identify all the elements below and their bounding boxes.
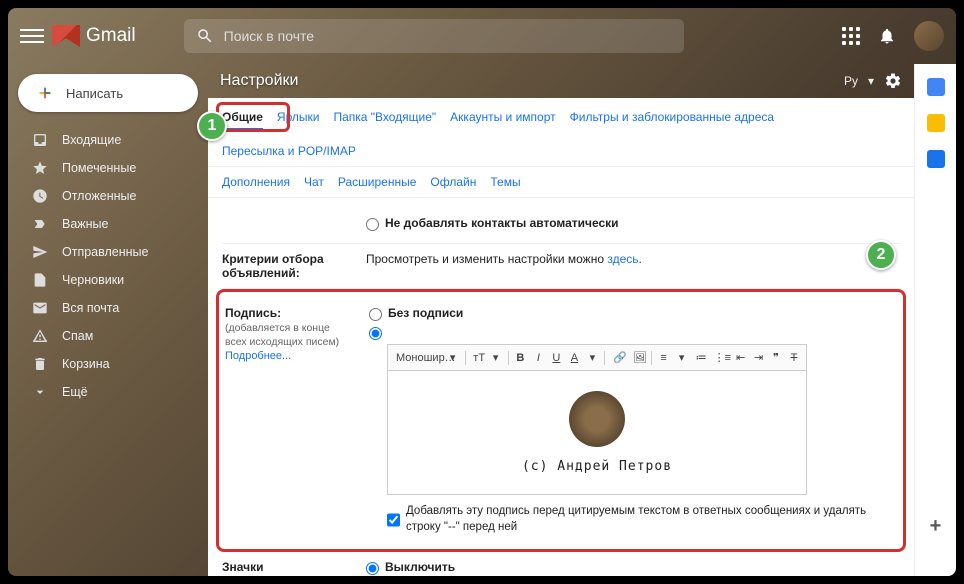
sidebar-item-starred[interactable]: Помеченные xyxy=(8,154,208,182)
compose-button[interactable]: Написать xyxy=(18,74,198,112)
sidebar-item-drafts[interactable]: Черновики xyxy=(8,266,208,294)
bold-btn[interactable]: B xyxy=(512,350,528,366)
list-ul-btn[interactable]: ⋮≡ xyxy=(710,349,730,366)
tab-accounts[interactable]: Аккаунты и импорт xyxy=(450,110,555,130)
signature-avatar-image xyxy=(569,391,625,447)
lang-indicator[interactable]: Ру xyxy=(844,74,858,88)
sidebar-item-more[interactable]: Ещё xyxy=(8,378,208,406)
tab-filters[interactable]: Фильтры и заблокированные адреса xyxy=(570,110,774,130)
italic-btn[interactable]: I xyxy=(530,350,546,366)
signature-checkbox-label: Добавлять эту подпись перед цитируемым т… xyxy=(406,503,897,535)
right-sidebar: + xyxy=(914,64,956,576)
brand-text: Gmail xyxy=(86,25,136,47)
sidebar-item-allmail[interactable]: Вся почта xyxy=(8,294,208,322)
link-btn[interactable]: 🔗 xyxy=(609,349,627,366)
signature-label: Подпись: xyxy=(225,306,281,320)
hamburger-menu-icon[interactable] xyxy=(20,24,44,48)
signature-section-highlight: Подпись: (добавляется в конце всех исход… xyxy=(216,289,906,552)
sidebar-item-spam[interactable]: Спам xyxy=(8,322,208,350)
no-signature-label: Без подписи xyxy=(388,306,463,320)
signature-sublabel: (добавляется в конце всех исходящих писе… xyxy=(225,322,339,348)
settings-tabs-row2: Дополнения Чат Расширенные Офлайн Темы xyxy=(208,167,914,198)
signature-text: (с) Андрей Петров xyxy=(398,459,796,474)
tab-general[interactable]: Общие xyxy=(222,110,263,130)
annotation-badge-2: 2 xyxy=(866,240,896,270)
signature-more-link[interactable]: Подробнее... xyxy=(225,350,291,362)
tab-chat[interactable]: Чат xyxy=(304,175,324,189)
tab-offline[interactable]: Офлайн xyxy=(430,175,476,189)
signature-editor: Моношир…▾ ᴛT▾ B I U A▾ 🔗 🖼 ≡▾ xyxy=(387,344,807,495)
search-icon xyxy=(196,27,214,45)
sidebar-item-inbox[interactable]: Входящие xyxy=(8,126,208,154)
tab-addons[interactable]: Дополнения xyxy=(222,175,290,189)
font-size-btn[interactable]: ᴛT xyxy=(469,350,485,366)
signature-content[interactable]: (с) Андрей Петров xyxy=(388,371,806,494)
list-ol-btn[interactable]: ≔ xyxy=(692,349,708,366)
plus-icon xyxy=(36,84,54,102)
search-box[interactable] xyxy=(184,19,684,53)
no-auto-contacts-label: Не добавлять контакты автоматически xyxy=(385,216,619,230)
radio-no-signature[interactable] xyxy=(369,308,382,321)
sidebar-item-trash[interactable]: Корзина xyxy=(8,350,208,378)
image-btn[interactable]: 🖼 xyxy=(629,349,647,366)
user-avatar[interactable] xyxy=(914,21,944,51)
calendar-icon[interactable] xyxy=(927,78,945,96)
tasks-icon[interactable] xyxy=(927,150,945,168)
add-addon-icon[interactable]: + xyxy=(930,515,942,538)
page-title: Настройки xyxy=(220,72,298,90)
annotation-badge-1: 1 xyxy=(197,111,227,141)
radio-use-signature[interactable] xyxy=(369,327,382,340)
indent-more-btn[interactable]: ⇥ xyxy=(750,349,766,366)
indent-less-btn[interactable]: ⇤ xyxy=(732,349,748,366)
clear-format-btn[interactable]: T xyxy=(786,350,802,366)
signature-before-quote-checkbox[interactable] xyxy=(387,505,400,535)
radio-icons-disable[interactable] xyxy=(366,562,379,575)
icons-disable-label: Выключить xyxy=(385,560,455,574)
gear-icon[interactable] xyxy=(884,72,902,90)
ads-criteria-label: Критерии отбора объявлений: xyxy=(222,252,324,280)
tab-inbox[interactable]: Папка "Входящие" xyxy=(333,110,436,130)
personal-icons-label: Значки персональных писем: xyxy=(222,560,310,576)
settings-tabs: Общие Ярлыки Папка "Входящие" Аккаунты и… xyxy=(208,98,914,167)
chevron-down-icon: ▾ xyxy=(868,74,874,88)
ads-criteria-text: Просмотреть и изменить настройки можно xyxy=(366,252,607,266)
ads-here-link[interactable]: здесь xyxy=(607,252,638,266)
notifications-icon[interactable] xyxy=(878,27,896,45)
keep-icon[interactable] xyxy=(927,114,945,132)
compose-label: Написать xyxy=(66,86,123,101)
tab-labels[interactable]: Ярлыки xyxy=(277,110,320,130)
sidebar-item-sent[interactable]: Отправленные xyxy=(8,238,208,266)
sidebar-item-snoozed[interactable]: Отложенные xyxy=(8,182,208,210)
quote-btn[interactable]: ❞ xyxy=(768,349,784,366)
search-input[interactable] xyxy=(224,28,672,44)
radio-no-auto-contacts[interactable] xyxy=(366,218,379,231)
font-select[interactable]: Моношир… xyxy=(392,350,443,366)
tab-advanced[interactable]: Расширенные xyxy=(338,175,417,189)
align-btn[interactable]: ≡ xyxy=(656,350,672,366)
sidebar-item-important[interactable]: Важные xyxy=(8,210,208,238)
tab-themes[interactable]: Темы xyxy=(490,175,520,189)
underline-btn[interactable]: U xyxy=(548,350,564,366)
apps-icon[interactable] xyxy=(842,27,860,45)
gmail-logo[interactable]: Gmail xyxy=(52,25,136,47)
color-btn[interactable]: A xyxy=(566,350,582,366)
tab-forwarding[interactable]: Пересылка и POP/IMAP xyxy=(222,144,356,158)
